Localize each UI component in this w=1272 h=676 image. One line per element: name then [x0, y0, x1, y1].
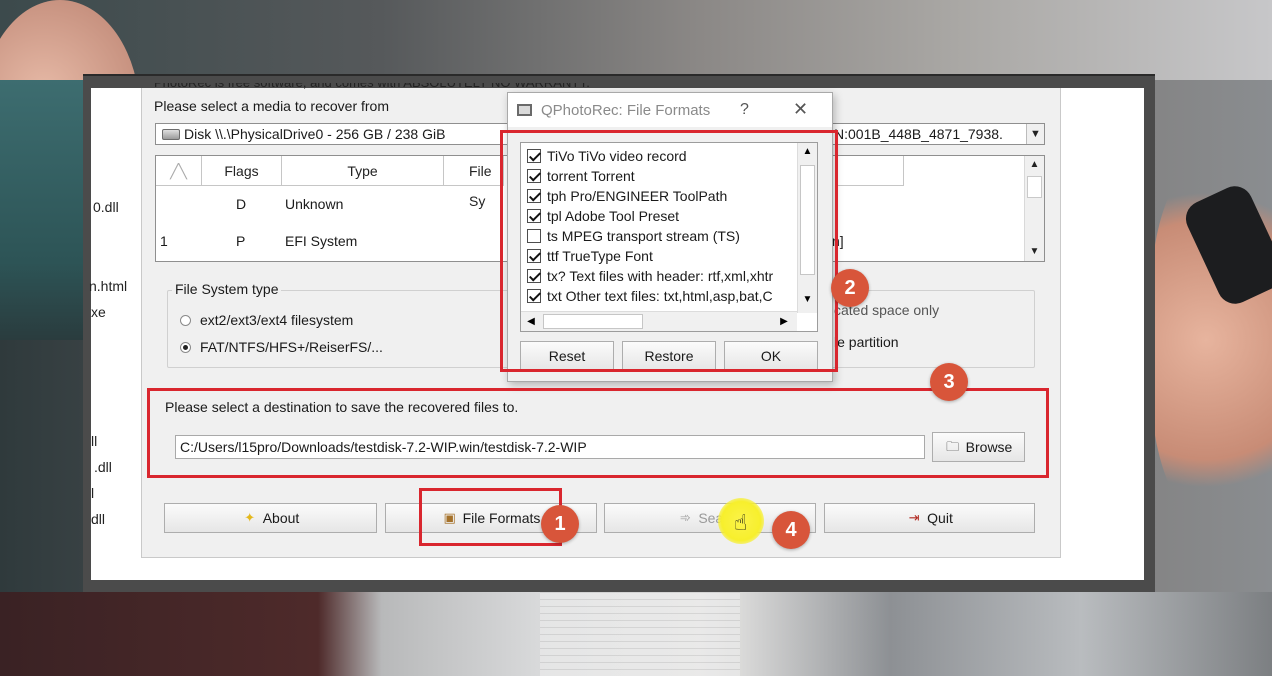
row-flags: D — [236, 196, 247, 212]
whole-partition-option-label[interactable]: le partition — [834, 334, 899, 350]
star-icon: ✦ — [244, 510, 256, 525]
step-badge-2: 2 — [831, 269, 869, 307]
row-number: 1 — [160, 233, 168, 249]
about-button[interactable]: ✦ About — [164, 503, 377, 533]
scroll-up-icon[interactable]: ▲ — [1025, 156, 1044, 174]
exit-icon: ⇥ — [908, 510, 920, 525]
app-window-icon — [517, 104, 532, 116]
help-icon[interactable]: ? — [740, 101, 749, 119]
table-scrollbar[interactable]: ▲ ▼ — [1024, 156, 1044, 261]
disk-select-value-tail: N:001B_448B_4871_7938. — [834, 126, 1003, 142]
radio-button[interactable] — [180, 315, 191, 326]
background-shirt — [0, 80, 90, 340]
close-icon[interactable]: ✕ — [793, 99, 808, 120]
background-paper — [540, 592, 740, 676]
hand-cursor-icon: ☝ — [734, 510, 748, 535]
quit-label: Quit — [927, 510, 953, 526]
column-header-extra[interactable] — [836, 156, 904, 186]
desktop-file-label[interactable]: l — [91, 485, 94, 501]
radio-fat-label[interactable]: FAT/NTFS/HFS+/ReiserFS/... — [200, 339, 383, 355]
highlight-box-file-formats — [419, 488, 562, 546]
row-flags: P — [236, 233, 246, 249]
disk-icon — [162, 129, 180, 140]
step-badge-1: 1 — [541, 505, 579, 543]
row-type: Unknown — [285, 196, 344, 212]
column-header-type[interactable]: Type — [282, 156, 444, 186]
desktop-file-label[interactable]: dll — [91, 511, 105, 527]
media-prompt: Please select a media to recover from — [154, 98, 389, 114]
quit-button[interactable]: ⇥ Quit — [824, 503, 1035, 533]
row-type: EFI System — [285, 233, 358, 249]
disk-select-value: Disk \\.\PhysicalDrive0 - 256 GB / 238 G… — [184, 126, 446, 142]
column-header-filesystem[interactable]: File Sy — [444, 156, 504, 209]
chevron-down-icon[interactable]: ▼ — [1026, 124, 1044, 144]
highlight-box-dialog — [500, 130, 838, 372]
arrow-right-icon: ➾ — [679, 510, 691, 525]
desktop-file-label[interactable]: n.html — [89, 278, 127, 294]
step-badge-3: 3 — [930, 363, 968, 401]
radio-button[interactable] — [180, 342, 191, 353]
step-badge-4: 4 — [772, 511, 810, 549]
dialog-title: QPhotoRec: File Formats — [541, 102, 711, 119]
background-top — [0, 0, 1272, 80]
desktop-file-label[interactable]: 0.dll — [93, 199, 119, 215]
license-text: PhotoRec is free software, and comes wit… — [154, 83, 590, 89]
scroll-thumb[interactable] — [1027, 176, 1042, 198]
filesystem-type-title: File System type — [172, 281, 282, 297]
scroll-down-icon[interactable]: ▼ — [1025, 243, 1044, 261]
sort-indicator-icon[interactable]: ╱╲ — [156, 156, 202, 186]
about-label: About — [262, 510, 300, 526]
desktop-file-label[interactable]: .dll — [94, 459, 112, 475]
radio-ext-label[interactable]: ext2/ext3/ext4 filesystem — [200, 312, 353, 328]
desktop-file-label[interactable]: xe — [91, 304, 106, 320]
highlight-box-destination — [147, 388, 1049, 478]
column-header-flags[interactable]: Flags — [202, 156, 282, 186]
desktop-file-label[interactable]: ll — [91, 433, 97, 449]
dialog-title-bar[interactable]: QPhotoRec: File Formats ? ✕ — [508, 93, 832, 127]
